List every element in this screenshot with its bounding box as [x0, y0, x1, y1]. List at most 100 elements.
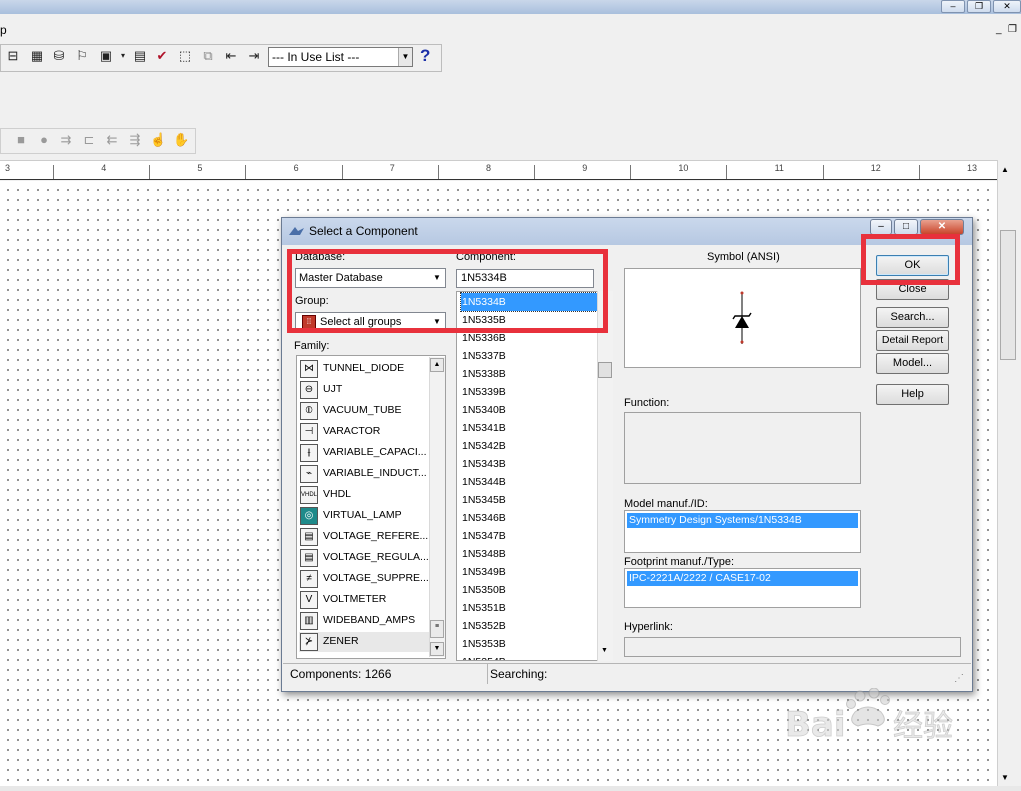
- family-scrollbar[interactable]: [429, 357, 445, 657]
- in-use-list-select[interactable]: --- In Use List ---: [268, 47, 413, 67]
- component-item[interactable]: 1N5337B: [461, 347, 597, 365]
- resize-grip-icon[interactable]: ⋰: [954, 673, 964, 684]
- dialog-minimize-button[interactable]: –: [870, 219, 892, 235]
- region-select-icon[interactable]: ⬚: [176, 47, 194, 65]
- hand-icon[interactable]: ☝: [150, 131, 166, 149]
- scroll-down-icon[interactable]: ▼: [1001, 773, 1009, 782]
- component-item[interactable]: 1N5339B: [461, 383, 597, 401]
- component-item[interactable]: 1N5354B: [461, 653, 597, 660]
- restore-button[interactable]: ❐: [967, 0, 991, 13]
- family-item[interactable]: ⊁ ZENER: [299, 632, 429, 652]
- ruler-tick: [726, 165, 728, 179]
- stop-icon[interactable]: ■: [13, 131, 29, 149]
- probe-icon[interactable]: ⇉: [58, 131, 74, 149]
- family-item[interactable]: ⋈ TUNNEL_DIODE: [299, 359, 429, 379]
- family-item[interactable]: ⌁ VARIABLE_INDUCT...: [299, 464, 429, 484]
- family-item[interactable]: ⫲ VARIABLE_CAPACI...: [299, 443, 429, 463]
- component-scrollbar[interactable]: [597, 291, 613, 661]
- spreadsheet-icon[interactable]: ▦: [28, 47, 46, 65]
- minimize-button[interactable]: –: [941, 0, 965, 13]
- zener-diode-symbol-icon: [732, 291, 752, 344]
- family-item[interactable]: ⦶ VACUUM_TUBE: [299, 401, 429, 421]
- baidu-watermark-logo: Bai 经验: [785, 688, 953, 745]
- highlight-box-ok: [861, 234, 960, 285]
- component-item[interactable]: 1N5341B: [461, 419, 597, 437]
- component-item[interactable]: 1N5349B: [461, 563, 597, 581]
- family-item[interactable]: ▥ WIDEBAND_AMPS: [299, 611, 429, 631]
- erc-icon[interactable]: ✔: [153, 47, 171, 65]
- doc-minimize-button[interactable]: _: [996, 24, 1002, 35]
- close-window-button[interactable]: ✕: [993, 0, 1021, 13]
- component-item[interactable]: 1N5343B: [461, 455, 597, 473]
- component-item[interactable]: 1N5352B: [461, 617, 597, 635]
- chevron-down-icon[interactable]: ▼: [398, 48, 412, 66]
- scroll-up-icon[interactable]: ▲: [1001, 165, 1009, 174]
- ruler-tick: [630, 165, 632, 179]
- postprocessor-icon[interactable]: ▤: [131, 47, 149, 65]
- component-item[interactable]: 1N5353B: [461, 635, 597, 653]
- scroll-down-icon[interactable]: ▼: [601, 647, 608, 654]
- dialog-close-icon[interactable]: ✕: [920, 219, 964, 235]
- component-item[interactable]: 1N5340B: [461, 401, 597, 419]
- family-item[interactable]: V VOLTMETER: [299, 590, 429, 610]
- hierarchy-icon[interactable]: ⊟: [4, 47, 22, 65]
- component-item[interactable]: 1N5344B: [461, 473, 597, 491]
- vacuum-tube-icon: ⦶: [300, 402, 318, 420]
- help-icon[interactable]: ?: [420, 46, 430, 66]
- component-item[interactable]: 1N5345B: [461, 491, 597, 509]
- family-item[interactable]: ▤ VOLTAGE_REGULA...: [299, 548, 429, 568]
- step-out-icon[interactable]: ⇶: [127, 131, 143, 149]
- component-item[interactable]: 1N5346B: [461, 509, 597, 527]
- menu-fragment[interactable]: p: [0, 23, 7, 37]
- component-list[interactable]: 1N5334B 1N5335B 1N5336B 1N5337B 1N5338B 1N533…: [456, 291, 612, 661]
- back-annotate-icon[interactable]: ⇤: [222, 47, 240, 65]
- database-manager-icon[interactable]: ⛁: [50, 47, 68, 65]
- ruler-label: 11: [774, 163, 784, 173]
- transfer-icon[interactable]: ⧉: [199, 47, 217, 65]
- search-button[interactable]: Search...: [876, 307, 949, 328]
- model-value[interactable]: Symmetry Design Systems/1N5334B: [627, 513, 858, 528]
- hyperlink-box[interactable]: [624, 637, 961, 657]
- vhdl-icon: VHDL: [300, 486, 318, 504]
- family-list[interactable]: ⋈ TUNNEL_DIODE ⊖ UJT ⦶ VACUUM_TUBE ⊣ VARACTOR ⫲ V…: [296, 355, 446, 659]
- family-item[interactable]: VHDL VHDL: [299, 485, 429, 505]
- scroll-down-icon[interactable]: ▼: [430, 642, 444, 656]
- component-item[interactable]: 1N5342B: [461, 437, 597, 455]
- model-label: Model manuf./ID:: [624, 498, 708, 510]
- family-label: VARACTOR: [323, 425, 381, 437]
- component-item[interactable]: 1N5338B: [461, 365, 597, 383]
- scrollbar-thumb[interactable]: [1000, 230, 1016, 360]
- create-component-icon[interactable]: ⚐: [73, 47, 91, 65]
- family-item[interactable]: ⊖ UJT: [299, 380, 429, 400]
- function-label: Function:: [624, 397, 670, 409]
- family-item[interactable]: ▤ VOLTAGE_REFERE...: [299, 527, 429, 547]
- forward-annotate-icon[interactable]: ⇥: [245, 47, 263, 65]
- footprint-value[interactable]: IPC-2221A/2222 / CASE17-02: [627, 571, 858, 586]
- dialog-maximize-button[interactable]: □: [894, 219, 918, 235]
- scrollbar-thumb[interactable]: ≡: [430, 620, 444, 638]
- zener-icon: ⊁: [300, 633, 318, 651]
- grapher-icon[interactable]: ▣: [97, 47, 115, 65]
- virtual-lamp-icon: ◎: [300, 507, 318, 525]
- component-item[interactable]: 1N5351B: [461, 599, 597, 617]
- family-item[interactable]: ≠ VOLTAGE_SUPPRE...: [299, 569, 429, 589]
- family-item[interactable]: ⊣ VARACTOR: [299, 422, 429, 442]
- model-button[interactable]: Model...: [876, 353, 949, 374]
- status-divider: [487, 664, 488, 684]
- pan-icon[interactable]: ✋: [173, 131, 189, 149]
- grapher-dropdown-icon[interactable]: ▾: [114, 47, 132, 65]
- family-item[interactable]: ◎ VIRTUAL_LAMP: [299, 506, 429, 526]
- component-item[interactable]: 1N5348B: [461, 545, 597, 563]
- ruler-label: 6: [293, 163, 299, 173]
- step-into-icon[interactable]: ⇇: [104, 131, 120, 149]
- help-button[interactable]: Help: [876, 384, 949, 405]
- doc-restore-button[interactable]: ❐: [1008, 24, 1017, 35]
- function-box: [624, 412, 861, 484]
- record-icon[interactable]: ●: [36, 131, 52, 149]
- detail-report-button[interactable]: Detail Report: [876, 330, 949, 351]
- component-item[interactable]: 1N5350B: [461, 581, 597, 599]
- scroll-up-icon[interactable]: ▲: [430, 358, 444, 372]
- component-item[interactable]: 1N5347B: [461, 527, 597, 545]
- step-icon[interactable]: ⊏: [81, 131, 97, 149]
- scrollbar-thumb[interactable]: [598, 362, 612, 378]
